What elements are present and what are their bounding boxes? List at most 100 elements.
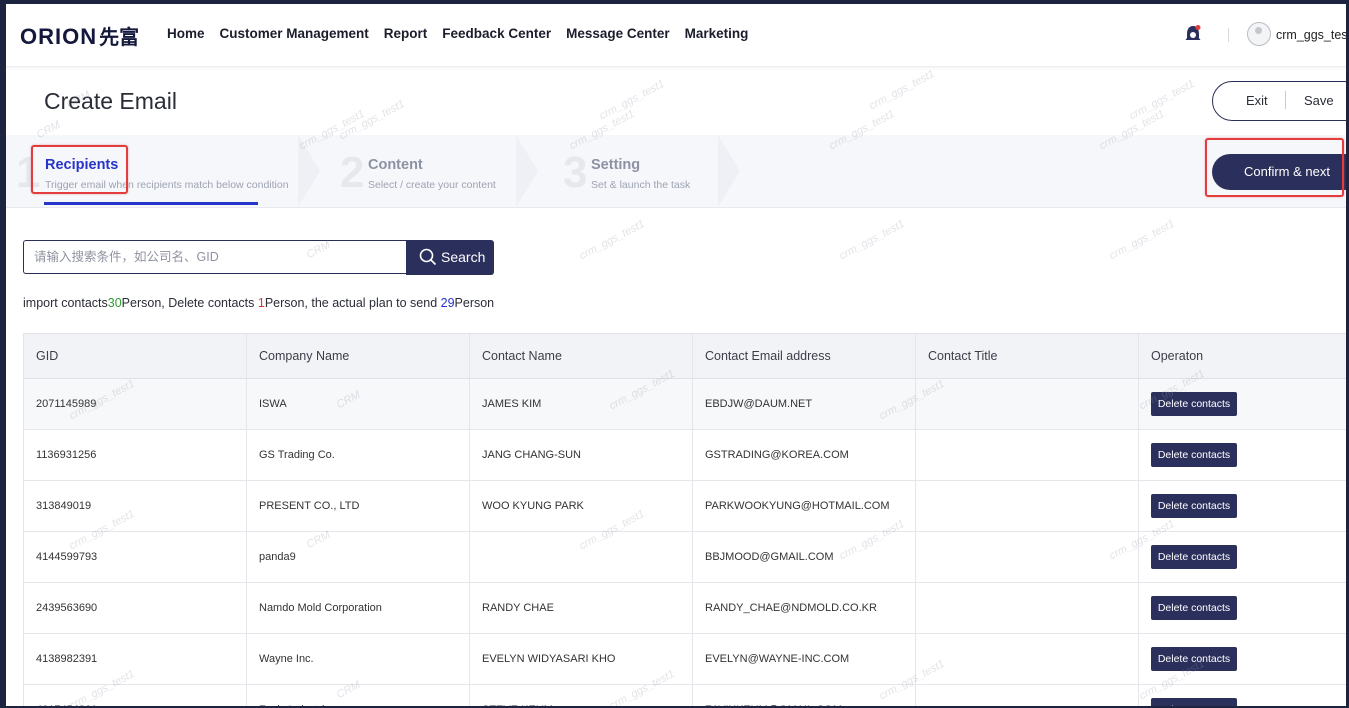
table-cell: BBJMOOD@GMAIL.COM xyxy=(692,532,915,582)
table-cell-operation: Delete contacts xyxy=(1138,481,1346,531)
table-row: 313849019 PRESENT CO., LTD WOO KYUNG PARK P… xyxy=(23,481,1346,532)
summary-text: import contacts xyxy=(23,296,108,310)
table-cell xyxy=(915,430,1138,480)
table-cell: PRESENT CO., LTD xyxy=(246,481,469,531)
app-window: ORION 先富 Home Customer Management Report Fee… xyxy=(6,4,1346,706)
nav-divider xyxy=(1228,28,1229,42)
step-title: Content xyxy=(368,157,423,173)
logo-text: ORION xyxy=(20,24,98,49)
user-avatar[interactable] xyxy=(1247,22,1271,46)
summary-text: Person, the actual plan to send xyxy=(264,296,441,310)
send-count: 29 xyxy=(440,296,455,310)
table-cell: EBDJW@DAUM.NET xyxy=(692,379,915,429)
table-row: 4138982391 Wayne Inc. EVELYN WIDYASARI KHO… xyxy=(23,634,1346,685)
table-cell: JAMES KIM xyxy=(469,379,692,429)
delete-contacts-button[interactable]: Delete contacts xyxy=(1151,698,1237,706)
column-header: Contact Name xyxy=(469,334,692,378)
actions-divider xyxy=(1285,91,1286,109)
table-cell: STEVE KEUM xyxy=(469,685,692,706)
step-number: 2 xyxy=(340,148,365,197)
watermark-text: crm_ggs_test1 xyxy=(577,217,647,263)
deleted-count: 1 xyxy=(257,296,265,310)
table-cell: GS Trading Co. xyxy=(246,430,469,480)
table-row: 4017454361Zavix IndustriesSTEVE KEUMZAVI… xyxy=(23,685,1346,706)
table-cell: RANDY_CHAE@NDMOLD.CO.KR xyxy=(692,583,915,633)
delete-contacts-button[interactable]: Delete contacts xyxy=(1151,647,1237,671)
table-cell: RANDY CHAE xyxy=(469,583,692,633)
table-cell-operation: Delete contacts xyxy=(1138,379,1346,429)
table-cell xyxy=(915,532,1138,582)
save-button[interactable]: Save xyxy=(1304,93,1334,108)
delete-contacts-button[interactable]: Delete contacts xyxy=(1151,443,1237,467)
table-body: 2071145989 ISWA JAMES KIM EBDJW@DAUM.NET Del… xyxy=(23,379,1346,706)
watermark-text: crm_ggs_test1 xyxy=(837,217,907,263)
delete-contacts-button[interactable]: Delete contacts xyxy=(1151,494,1237,518)
table-cell xyxy=(915,481,1138,531)
step-separator-chevron-icon xyxy=(298,135,320,207)
delete-contacts-button[interactable]: Delete contacts xyxy=(1151,545,1237,569)
top-navigation-bar: ORION 先富 Home Customer Management Report Fee… xyxy=(6,4,1346,67)
table-cell: WOO KYUNG PARK xyxy=(469,481,692,531)
table-cell: ZAVIXKEUM@GMAIL.COM xyxy=(692,685,915,706)
table-cell-operation: Delete contacts xyxy=(1138,685,1346,706)
step-separator-chevron-icon xyxy=(718,135,740,207)
username-label[interactable]: crm_ggs_test xyxy=(1276,28,1346,42)
table-header: GID Company Name Contact Name Contact Email… xyxy=(23,334,1346,379)
imported-count: 30 xyxy=(107,296,122,310)
exit-button[interactable]: Exit xyxy=(1246,93,1268,108)
summary-text: Person xyxy=(454,296,495,310)
step-separator-chevron-icon xyxy=(516,135,538,207)
watermark-text: crm_ggs_test1 xyxy=(597,77,667,123)
column-header: GID xyxy=(23,334,246,378)
table-row: 2071145989 ISWA JAMES KIM EBDJW@DAUM.NET Del… xyxy=(23,379,1346,430)
table-cell xyxy=(915,379,1138,429)
search-button-label: Search xyxy=(441,249,486,265)
notification-bell-icon[interactable] xyxy=(1184,24,1202,44)
table-cell-operation: Delete contacts xyxy=(1138,583,1346,633)
table-cell: 4144599793 xyxy=(23,532,246,582)
main-nav: Home Customer Management Report Feedback Ce… xyxy=(167,26,763,41)
table-cell: 2071145989 xyxy=(23,379,246,429)
nav-item-feedback-center[interactable]: Feedback Center xyxy=(442,26,551,41)
step-description: Select / create your content xyxy=(368,179,496,191)
step-progress-bar: 1 Recipients Trigger email when recipien… xyxy=(6,135,1346,208)
contacts-summary: import contacts30Person, Delete contacts… xyxy=(23,296,494,310)
table-cell: GSTRADING@KOREA.COM xyxy=(692,430,915,480)
table-cell: Zavix Industries xyxy=(246,685,469,706)
table-cell-operation: Delete contacts xyxy=(1138,634,1346,684)
table-cell xyxy=(915,583,1138,633)
step-title: Setting xyxy=(591,157,641,173)
nav-item-message-center[interactable]: Message Center xyxy=(566,26,670,41)
table-cell: Wayne Inc. xyxy=(246,634,469,684)
watermark-text: crm_ggs_test1 xyxy=(867,67,937,113)
table-cell: EVELYN@WAYNE-INC.COM xyxy=(692,634,915,684)
table-cell: 4017454361 xyxy=(23,685,246,706)
search-input[interactable] xyxy=(23,240,407,274)
table-cell: PARKWOOKYUNG@HOTMAIL.COM xyxy=(692,481,915,531)
search-icon xyxy=(419,248,437,266)
table-cell: panda9 xyxy=(246,532,469,582)
active-step-underline xyxy=(44,202,258,205)
table-cell xyxy=(915,634,1138,684)
delete-contacts-button[interactable]: Delete contacts xyxy=(1151,392,1237,416)
delete-contacts-button[interactable]: Delete contacts xyxy=(1151,596,1237,620)
table-cell: 4138982391 xyxy=(23,634,246,684)
step-content[interactable]: 2 Content Select / create your content xyxy=(336,135,546,207)
logo-cn-text: 先富 xyxy=(99,27,140,49)
table-cell: EVELYN WIDYASARI KHO xyxy=(469,634,692,684)
watermark-text: crm_ggs_test1 xyxy=(1127,77,1197,123)
column-header: Operaton xyxy=(1138,334,1346,378)
nav-item-customer-management[interactable]: Customer Management xyxy=(220,26,369,41)
nav-item-marketing[interactable]: Marketing xyxy=(685,26,749,41)
nav-item-report[interactable]: Report xyxy=(384,26,428,41)
summary-text: Person, Delete contacts xyxy=(121,296,258,310)
table-cell-operation: Delete contacts xyxy=(1138,532,1346,582)
table-row: 1136931256 GS Trading Co. JANG CHANG-SUN GS… xyxy=(23,430,1346,481)
table-cell xyxy=(915,685,1138,706)
table-cell: ISWA xyxy=(246,379,469,429)
search-button[interactable]: Search xyxy=(406,240,494,275)
nav-item-home[interactable]: Home xyxy=(167,26,205,41)
table-cell xyxy=(469,532,692,582)
column-header: Contact Title xyxy=(915,334,1138,378)
orion-logo[interactable]: ORION 先富 xyxy=(20,21,139,50)
